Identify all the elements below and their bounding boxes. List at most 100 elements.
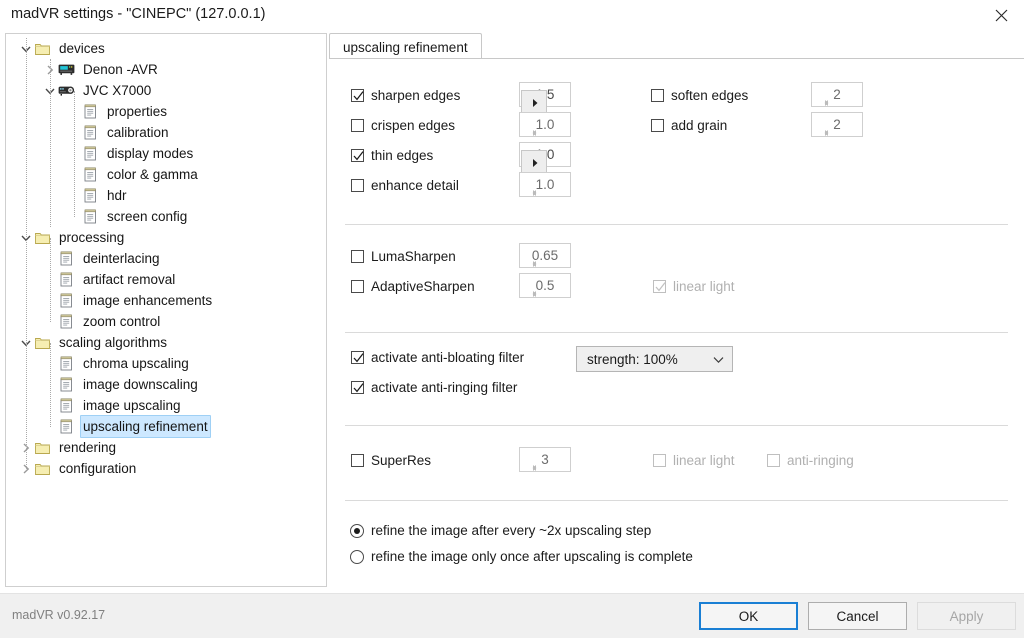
radio-button: [350, 549, 364, 564]
arrow-right-icon: [532, 464, 536, 471]
tree-item-rendering[interactable]: rendering: [6, 437, 326, 458]
spinner-increment-button: [521, 180, 547, 205]
checkbox-anti-bloating-filter[interactable]: activate anti-bloating filter: [351, 350, 524, 365]
checkbox-box: [651, 89, 664, 102]
tree-item-zoom-control[interactable]: zoom control: [6, 311, 326, 332]
close-button[interactable]: [978, 0, 1024, 30]
checkbox-label: sharpen edges: [371, 88, 461, 103]
tree-item-label: scaling algorithms: [59, 335, 168, 350]
checkbox-label: crispen edges: [371, 118, 456, 133]
cancel-button-label: Cancel: [836, 608, 879, 624]
tree-item-display-modes[interactable]: display modes: [6, 143, 326, 164]
tree-item-calibration[interactable]: calibration: [6, 122, 326, 143]
ok-button[interactable]: OK: [699, 602, 798, 630]
tree-item-image-enhancements[interactable]: image enhancements: [6, 290, 326, 311]
tree-item-label: color & gamma: [107, 167, 198, 182]
spinner-sharpen-edges[interactable]: 1.5: [519, 82, 571, 115]
tree-item-label: configuration: [59, 461, 137, 476]
tree-item-image-upscaling[interactable]: image upscaling: [6, 395, 326, 416]
tree-item-configuration[interactable]: configuration: [6, 458, 326, 479]
arrow-right-icon: [532, 158, 537, 167]
checkbox-label: linear light: [673, 453, 735, 468]
tree-guide-line: [50, 343, 51, 427]
checkbox-soften-edges[interactable]: soften edges: [651, 88, 748, 103]
checkbox-thin-edges[interactable]: thin edges: [351, 148, 433, 163]
checkbox-superres-anti-ringing[interactable]: anti-ringing: [767, 453, 854, 468]
checkbox-lumasharpen[interactable]: LumaSharpen: [351, 249, 456, 264]
page-icon: [58, 353, 75, 374]
checkbox-sharpen-edges[interactable]: sharpen edges: [351, 88, 460, 103]
tree-item-hdr[interactable]: hdr: [6, 185, 326, 206]
check-icon: [353, 151, 364, 161]
checkbox-superres-linear-light[interactable]: linear light: [653, 453, 735, 468]
ok-button-label: OK: [738, 608, 759, 624]
folder-icon: [34, 227, 51, 248]
tab-upscaling-refinement[interactable]: upscaling refinement: [329, 33, 482, 60]
tree-guide-line: [26, 38, 27, 469]
tree-guide-line: [74, 91, 75, 217]
madvr-settings-window: madVR settings - "CINEPC" (127.0.0.1) de…: [0, 0, 1024, 638]
separator-3: [345, 425, 1008, 426]
receiver-icon: [58, 59, 75, 80]
tree-item-scaling-algorithms[interactable]: scaling algorithms: [6, 332, 326, 353]
folder-icon: [34, 437, 51, 458]
checkbox-adaptivesharpen[interactable]: AdaptiveSharpen: [351, 279, 475, 294]
apply-button-label: Apply: [949, 608, 984, 624]
checkbox-box: [351, 454, 364, 467]
tree-item-jvc-x7000[interactable]: JVC X7000: [6, 80, 326, 101]
title-bar: madVR settings - "CINEPC" (127.0.0.1): [0, 0, 1024, 30]
tree-item-chroma-upscaling[interactable]: chroma upscaling: [6, 353, 326, 374]
arrow-right-icon: [824, 99, 828, 106]
tree-item-properties[interactable]: properties: [6, 101, 326, 122]
spinner-thin-edges[interactable]: 1.0: [519, 142, 571, 175]
page-icon: [58, 248, 75, 269]
checkbox-box: [351, 250, 364, 263]
select-value: strength: 100%: [587, 351, 678, 367]
checkbox-superres[interactable]: SuperRes: [351, 453, 431, 468]
checkbox-box: [767, 454, 780, 467]
tree-item-label: image downscaling: [83, 377, 198, 392]
tree-item-label: image enhancements: [83, 293, 213, 308]
page-icon: [58, 374, 75, 395]
checkbox-box: [351, 280, 364, 293]
checkbox-label: SuperRes: [371, 453, 432, 468]
spinner-increment-button: [521, 455, 547, 480]
checkbox-add-grain[interactable]: add grain: [651, 118, 727, 133]
radio-refine-once[interactable]: refine the image only once after upscali…: [350, 549, 693, 564]
tree-item-screen-config[interactable]: screen config: [6, 206, 326, 227]
radio-refine-every-step[interactable]: refine the image after every ~2x upscali…: [350, 523, 651, 538]
tree-item-label: hdr: [107, 188, 127, 203]
tree-item-artifact-removal[interactable]: artifact removal: [6, 269, 326, 290]
page-icon: [58, 269, 75, 290]
tree-item-devices[interactable]: devices: [6, 38, 326, 59]
tree-item-label: properties: [107, 104, 168, 119]
close-icon: [995, 9, 1008, 22]
tree-item-label: display modes: [107, 146, 194, 161]
radio-label: refine the image only once after upscali…: [371, 549, 693, 564]
tree-item-denon-avr[interactable]: Denon -AVR: [6, 59, 326, 80]
tree-item-processing[interactable]: processing: [6, 227, 326, 248]
checkbox-box: [351, 351, 364, 364]
tree-item-upscaling-refinement[interactable]: upscaling refinement: [6, 415, 326, 438]
checkbox-box: [351, 149, 364, 162]
tree-item-label: Denon -AVR: [83, 62, 158, 77]
tree-item-label: upscaling refinement: [80, 415, 211, 438]
tree-item-deinterlacing[interactable]: deinterlacing: [6, 248, 326, 269]
checkbox-sharpen-linear-light[interactable]: linear light: [653, 279, 735, 294]
checkbox-anti-ringing-filter[interactable]: activate anti-ringing filter: [351, 380, 517, 395]
separator-4: [345, 500, 1008, 501]
arrow-right-icon: [824, 129, 828, 136]
select-anti-bloating-strength[interactable]: strength: 100%: [576, 346, 733, 372]
folder-icon: [34, 332, 51, 353]
settings-tree[interactable]: devices Denon -AVR JVC X7000 properties cali…: [5, 33, 327, 587]
tree-item-image-downscaling[interactable]: image downscaling: [6, 374, 326, 395]
tree-guide-line: [50, 59, 51, 227]
tree-item-color-gamma[interactable]: color & gamma: [6, 164, 326, 185]
cancel-button[interactable]: Cancel: [808, 602, 907, 630]
tree-item-label: JVC X7000: [83, 83, 152, 98]
checkbox-crispen-edges[interactable]: crispen edges: [351, 118, 455, 133]
checkbox-box: [351, 119, 364, 132]
upscaling-refinement-panel: sharpen edges 1.5 crispen edges 1.0 thin…: [329, 58, 1024, 586]
checkbox-enhance-detail[interactable]: enhance detail: [351, 178, 459, 193]
apply-button[interactable]: Apply: [917, 602, 1016, 630]
